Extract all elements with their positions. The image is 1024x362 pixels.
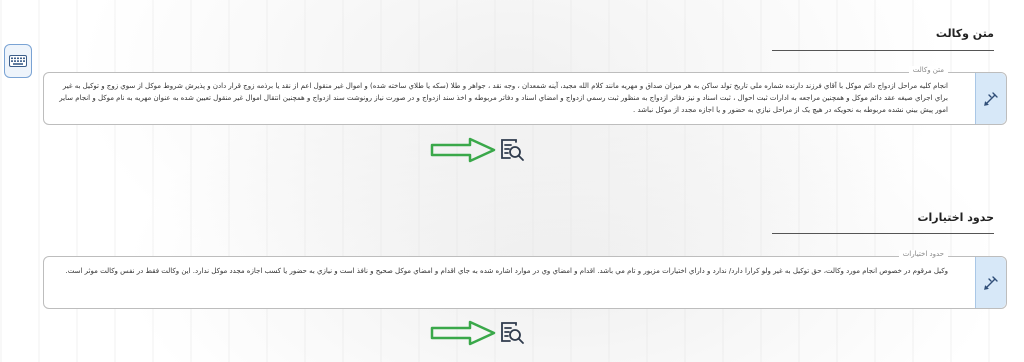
section-divider	[772, 50, 994, 51]
contract-text-value: انجام کلیه مراحل ازدواج دائم موکل با آقا…	[59, 82, 948, 114]
field-icon-box	[975, 257, 1006, 308]
field-legend: متن وكالت	[908, 66, 948, 74]
contract-text-field[interactable]: متن وكالت انجام کلیه مراحل ازدواج دائم م…	[43, 66, 1007, 125]
zoom-document-button[interactable]	[498, 319, 526, 347]
zoom-document-icon	[501, 322, 524, 344]
section-divider	[772, 233, 994, 234]
zoom-document-icon	[501, 139, 524, 161]
contract-edit-icon	[984, 275, 998, 290]
right-arrow-icon	[430, 320, 496, 346]
keyboard-icon	[9, 55, 27, 67]
section-title-contract-text: متن وکالت	[935, 27, 994, 40]
authority-limits-value: وكيل مرقوم در خصوص انجام مورد وكالت، حق …	[65, 267, 948, 275]
contract-edit-icon	[984, 91, 998, 106]
right-arrow-icon	[430, 137, 496, 163]
keyboard-button[interactable]	[4, 44, 32, 78]
field-legend: حدود اختيارات	[898, 250, 948, 258]
field-icon-box	[975, 73, 1006, 124]
section-title-authority-limits: حدود اختیارات	[917, 211, 994, 224]
zoom-document-button[interactable]	[498, 136, 526, 164]
authority-limits-field[interactable]: حدود اختيارات وكيل مرقوم در خصوص انجام م…	[43, 250, 1007, 309]
